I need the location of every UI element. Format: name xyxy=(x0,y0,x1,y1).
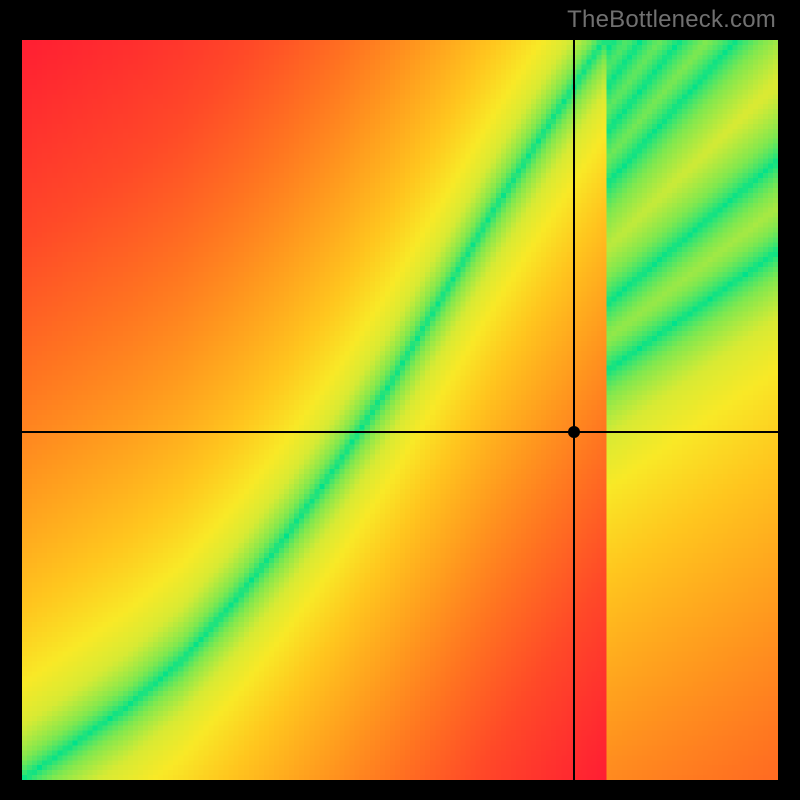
attribution-label: TheBottleneck.com xyxy=(567,6,776,34)
chart-frame: TheBottleneck.com xyxy=(0,0,800,800)
crosshair-horizontal xyxy=(22,431,778,433)
bottleneck-heatmap xyxy=(22,40,778,780)
selection-marker xyxy=(568,426,580,438)
crosshair-vertical xyxy=(573,40,575,780)
